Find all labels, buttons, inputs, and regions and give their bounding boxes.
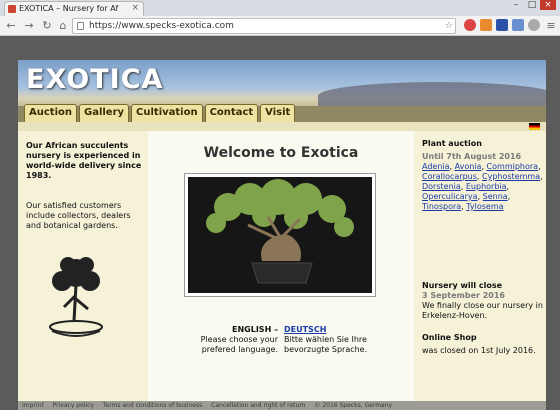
footer-imprint[interactable]: Imprint	[22, 402, 44, 409]
site-logo[interactable]: EXOTICA	[26, 64, 163, 95]
nav-visit[interactable]: Visit	[260, 104, 296, 122]
link-cyphostemma[interactable]: Cyphostemma	[482, 172, 540, 181]
succulent-image	[188, 177, 372, 293]
nav-auction[interactable]: Auction	[24, 104, 77, 122]
url-text: https://www.specks-exotica.com	[89, 21, 234, 31]
link-avonia[interactable]: Avonia	[455, 162, 482, 171]
footer-cancellation[interactable]: Cancellation and right of return	[211, 402, 305, 409]
browser-tabbar: EXOTICA – Nursery for Af × – □ ×	[0, 0, 560, 16]
close-window-button[interactable]: ×	[540, 0, 556, 10]
german-flag-icon[interactable]	[529, 123, 540, 130]
tree-logo-icon	[49, 257, 103, 337]
intro-text: Our African succulents nursery is experi…	[26, 141, 142, 180]
minimize-button[interactable]: –	[508, 0, 524, 10]
closure-section: Nursery will close 3 September 2016 We f…	[422, 281, 544, 321]
auction-date: Until 7th August 2016	[422, 152, 522, 161]
lock-icon	[77, 22, 84, 30]
link-commiphora[interactable]: Commiphora	[487, 162, 539, 171]
auction-links: Adenia, Avonia, Commiphora, Corallocarpu…	[422, 162, 543, 211]
nav-gallery[interactable]: Gallery	[78, 104, 130, 122]
subheader-bar	[18, 122, 546, 131]
prompt-deutsch: Bitte wählen Sie Ihre bevorzugte Sprache…	[284, 335, 368, 354]
back-arrow-icon[interactable]: ←	[4, 19, 18, 32]
closure-text: We finally close our nursery in Erkelenz…	[422, 301, 543, 320]
page-viewport: EXOTICA Auction Gallery Cultivation Cont…	[0, 36, 560, 410]
link-adenia[interactable]: Adenia	[422, 162, 450, 171]
closure-date: 3 September 2016	[422, 291, 505, 300]
auction-title: Plant auction	[422, 139, 482, 148]
window-controls: – □ ×	[508, 0, 556, 14]
menu-icon[interactable]: ≡	[544, 19, 558, 32]
color-extension-icon[interactable]	[464, 19, 476, 31]
address-bar[interactable]: https://www.specks-exotica.com ☆	[72, 18, 456, 34]
uk-flag-icon[interactable]	[496, 19, 508, 31]
maximize-button[interactable]: □	[524, 0, 540, 10]
customers-text: Our satisfied customers include collecto…	[26, 201, 131, 230]
extension-icon[interactable]	[480, 19, 492, 31]
right-column: Plant auction Until 7th August 2016 Aden…	[414, 131, 546, 401]
auction-section: Plant auction Until 7th August 2016 Aden…	[422, 139, 544, 212]
shop-text: was closed on 1st July 2016.	[422, 346, 536, 355]
link-operculicarya[interactable]: Operculicarya	[422, 192, 478, 201]
bookmark-star-icon[interactable]: ☆	[445, 21, 453, 31]
main-column: Welcome to Exotica ENGLISH – DEUTSCH Ple…	[148, 131, 414, 401]
nav-contact[interactable]: Contact	[204, 104, 259, 122]
link-dorstenia[interactable]: Dorstenia	[422, 182, 461, 191]
footer-terms[interactable]: Terms and conditions of business	[103, 402, 202, 409]
link-tinospora[interactable]: Tinospora	[422, 202, 461, 211]
nav-cultivation[interactable]: Cultivation	[131, 104, 203, 122]
reload-icon[interactable]: ↻	[40, 19, 54, 32]
home-icon[interactable]: ⌂	[56, 19, 70, 32]
footer-privacy[interactable]: Privacy policy	[53, 402, 94, 409]
link-tylosema[interactable]: Tylosema	[466, 202, 503, 211]
site-footer: Imprint Privacy policy Terms and conditi…	[18, 401, 546, 410]
main-nav: Auction Gallery Cultivation Contact Visi…	[24, 104, 296, 122]
link-euphorbia[interactable]: Euphorbia	[466, 182, 507, 191]
favicon-icon	[8, 5, 16, 13]
site-container: EXOTICA Auction Gallery Cultivation Cont…	[18, 60, 546, 410]
mail-extension-icon[interactable]	[512, 19, 524, 31]
closure-title: Nursery will close	[422, 281, 503, 290]
link-senna[interactable]: Senna	[483, 192, 508, 201]
forward-arrow-icon[interactable]: →	[22, 19, 36, 32]
shop-section: Online Shop was closed on 1st July 2016.	[422, 333, 544, 356]
footer-copyright: © 2016 Specks, Germany	[314, 402, 393, 409]
deutsch-link[interactable]: DEUTSCH	[284, 325, 326, 334]
english-link[interactable]: ENGLISH –	[232, 325, 278, 334]
shop-title: Online Shop	[422, 333, 477, 342]
browser-toolbar: ← → ↻ ⌂ https://www.specks-exotica.com ☆…	[0, 16, 560, 36]
browser-tab[interactable]: EXOTICA – Nursery for Af ×	[4, 1, 144, 16]
page-title: Welcome to Exotica	[203, 145, 359, 161]
cloud-extension-icon[interactable]	[528, 19, 540, 31]
left-column: Our African succulents nursery is experi…	[18, 131, 148, 401]
prompt-english: Please choose your prefered language.	[200, 335, 278, 354]
link-corallocarpus[interactable]: Corallocarpus	[422, 172, 477, 181]
tab-close-button[interactable]: ×	[131, 3, 139, 13]
tab-title: EXOTICA – Nursery for Af	[19, 4, 119, 13]
plant-photo	[184, 173, 376, 297]
